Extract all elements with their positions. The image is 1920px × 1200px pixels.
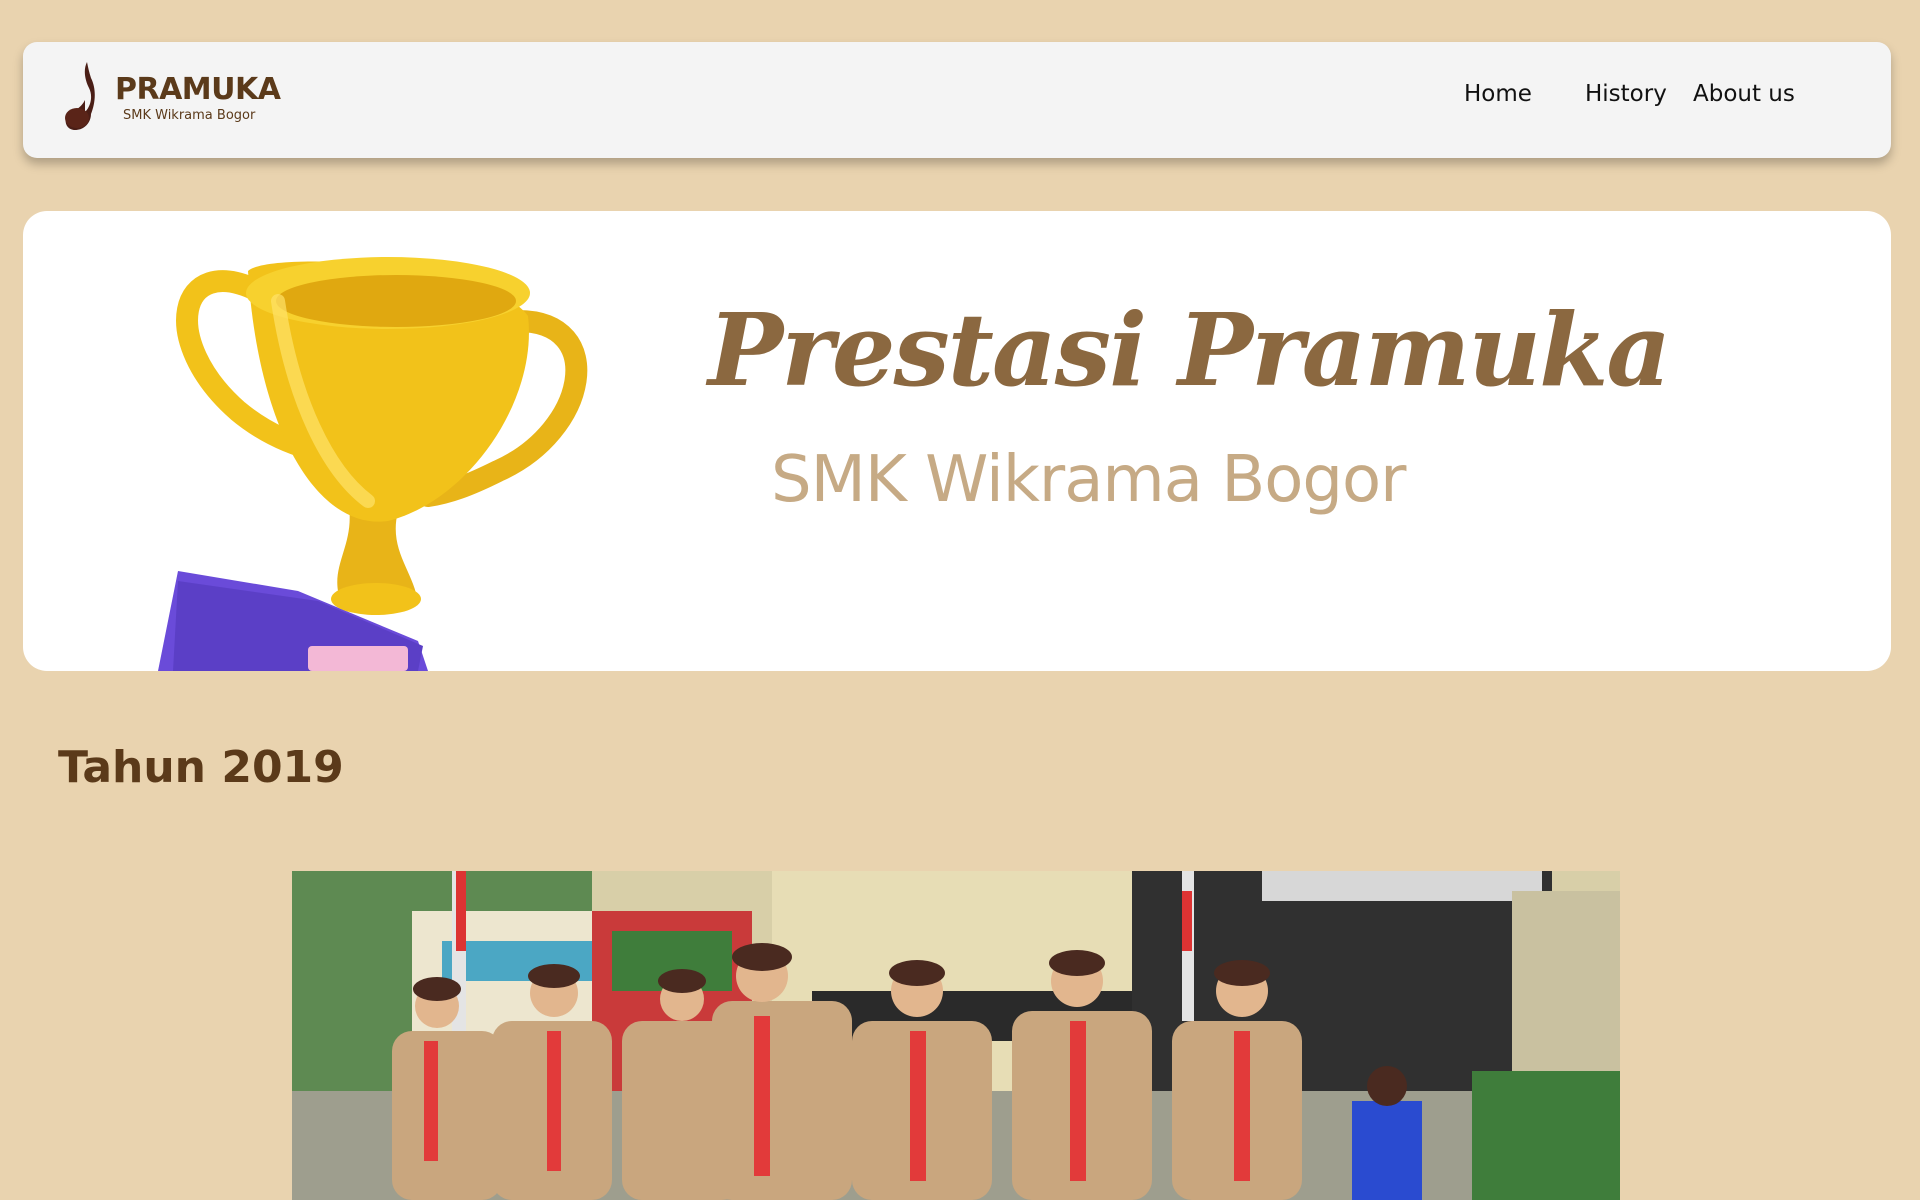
nav-link-history[interactable]: History (1585, 81, 1667, 107)
hero-subtitle: SMK Wikrama Bogor (771, 443, 1406, 517)
trophy-icon (158, 257, 588, 671)
scouts-photo-illustration (292, 871, 1620, 1200)
nav-link-about-us[interactable]: About us (1693, 81, 1795, 107)
scouts-marching-photo (292, 871, 1620, 1200)
hero-banner: Prestasi Pramuka SMK Wikrama Bogor (23, 211, 1891, 671)
nav-link-home[interactable]: Home (1464, 81, 1532, 107)
hero-title: Prestasi Pramuka (708, 291, 1671, 409)
top-navbar: PRAMUKA SMK Wikrama Bogor Home History A… (23, 42, 1891, 158)
nav-links: Home History About us (23, 42, 1891, 158)
section-title: Tahun 2019 (58, 742, 344, 793)
